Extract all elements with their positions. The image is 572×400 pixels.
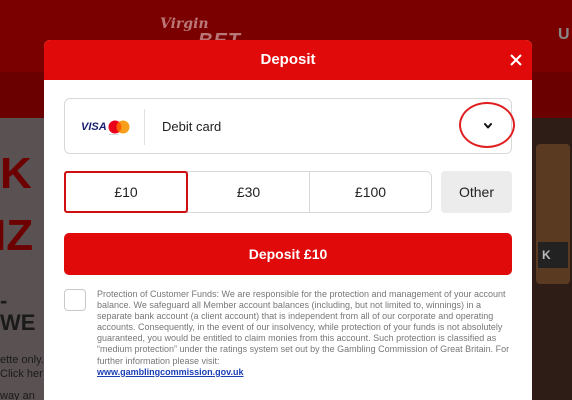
- visa-logo: VISA: [81, 121, 107, 133]
- promo-small-text-1: ette only.: [0, 354, 44, 366]
- promo-small-text-2: Click her: [0, 368, 43, 380]
- protection-of-funds-text: Protection of Customer Funds: We are res…: [97, 289, 517, 378]
- promo-heading-1: K: [0, 149, 32, 198]
- background-top-right-text: U: [558, 26, 570, 43]
- protection-checkbox[interactable]: [64, 289, 86, 311]
- dropdown-highlight-circle: [459, 102, 515, 148]
- gambling-commission-link[interactable]: www.gamblingcommission.gov.uk: [97, 367, 244, 377]
- card-brand-logos: VISA mastercard: [81, 119, 133, 136]
- selected-amount-outline: [64, 171, 188, 213]
- amount-option-100[interactable]: £100: [309, 172, 431, 212]
- promo-heading-2: IZ: [0, 211, 34, 260]
- promo-heading-3: - WE: [0, 288, 36, 335]
- method-divider: [144, 109, 145, 145]
- background-side-image: K: [532, 118, 572, 400]
- other-amount-button[interactable]: Other: [441, 171, 512, 213]
- payment-method-label: Debit card: [162, 119, 222, 134]
- side-image-tag: K: [538, 242, 568, 268]
- close-icon: [510, 54, 522, 66]
- deposit-button[interactable]: Deposit £10: [64, 233, 512, 275]
- background-promo: K IZ - WE ette only. Click her way an: [0, 118, 44, 400]
- deposit-modal: Deposit VISA mastercard Debit card £10 £…: [44, 40, 532, 400]
- amount-options: £10 £30 £100: [64, 171, 432, 213]
- protection-body: Protection of Customer Funds: We are res…: [97, 289, 510, 366]
- payment-method-selector[interactable]: VISA mastercard Debit card: [64, 98, 515, 154]
- amount-option-30[interactable]: £30: [187, 172, 309, 212]
- modal-title: Deposit: [260, 51, 316, 68]
- mastercard-caption: mastercard: [109, 134, 120, 136]
- close-button[interactable]: [506, 50, 526, 70]
- mastercard-icon: [108, 120, 130, 134]
- modal-header: Deposit: [44, 40, 532, 80]
- promo-small-text-3: way an: [0, 390, 35, 400]
